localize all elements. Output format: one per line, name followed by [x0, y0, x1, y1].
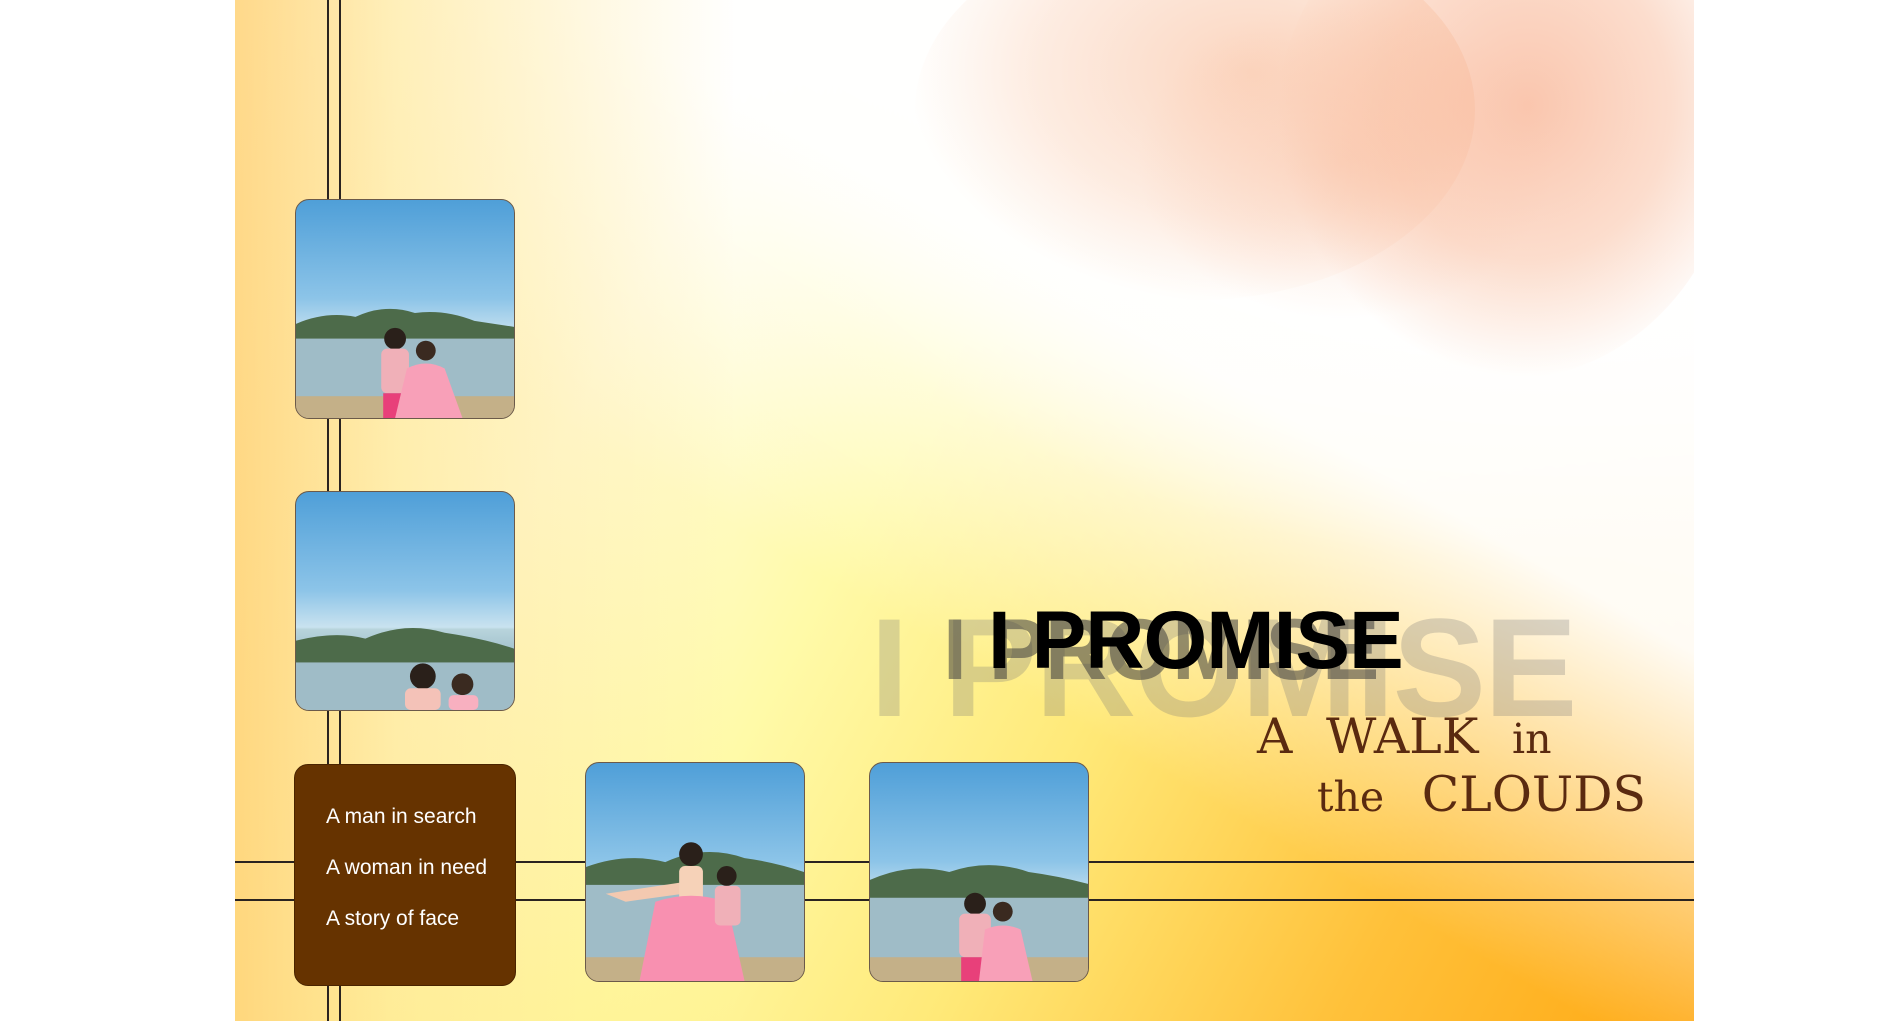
photo-couple-2 — [295, 491, 515, 711]
photo-icon — [296, 308, 514, 418]
photo-couple-3 — [585, 762, 805, 982]
photo-couple-4 — [869, 762, 1089, 982]
subtitle-line-2: the CLOUDS — [1317, 770, 1646, 819]
subtitle-word-clouds: CLOUDS — [1421, 766, 1647, 823]
photo-icon — [296, 627, 514, 710]
heart-decoration-3 — [1135, 0, 1555, 320]
photo-icon — [870, 865, 1088, 981]
caption-box: A man in search A woman in need A story … — [294, 764, 516, 986]
page-title: I PROMISE — [988, 595, 1404, 686]
subtitle-word-walk: WALK — [1325, 708, 1479, 765]
photo-icon — [586, 842, 804, 981]
subtitle-word-in: in — [1512, 715, 1552, 763]
heart-decoration-2 — [1275, 0, 1694, 380]
caption-line-2: A woman in need — [326, 856, 488, 879]
photo-couple-1 — [295, 199, 515, 419]
heart-decoration — [915, 0, 1475, 300]
caption-line-1: A man in search — [326, 805, 477, 828]
subtitle-line-1: A WALK in — [1257, 712, 1552, 761]
subtitle-word-a: A — [1257, 708, 1293, 765]
subtitle-word-the: the — [1317, 773, 1385, 821]
caption-line-3: A story of face — [326, 907, 460, 930]
